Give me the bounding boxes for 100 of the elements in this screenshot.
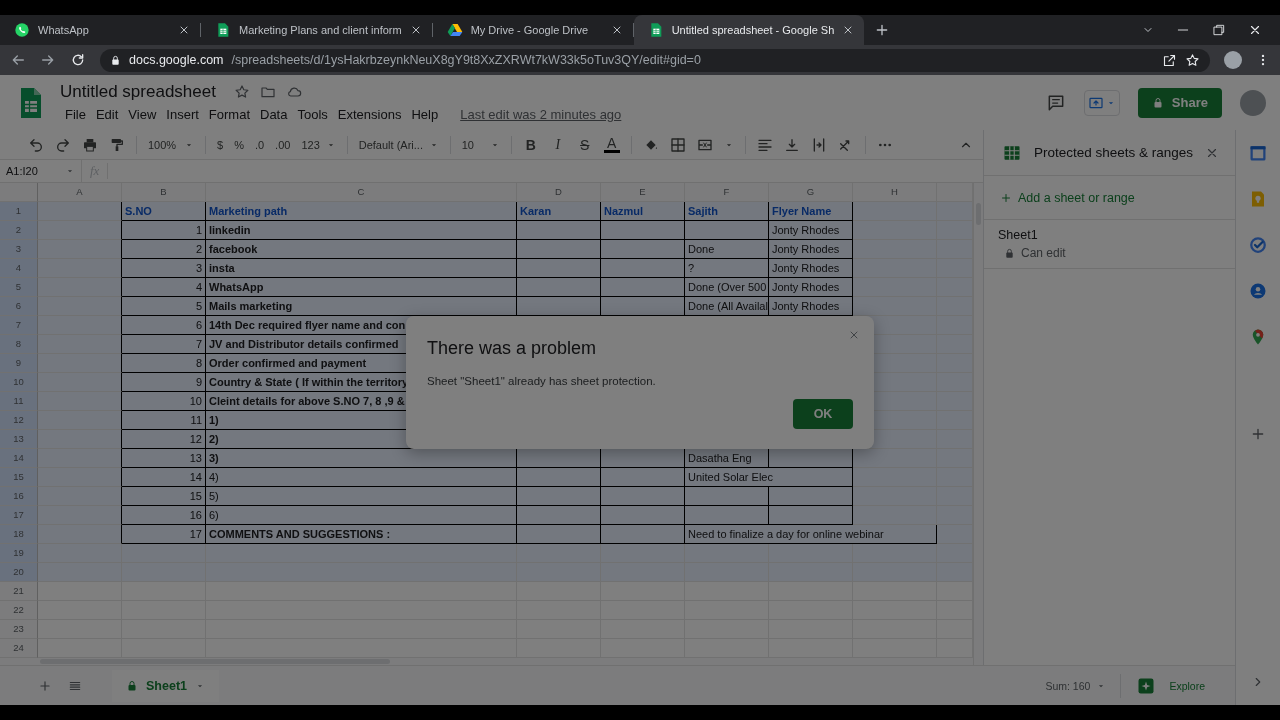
column-header[interactable]: F [685, 183, 769, 202]
strikethrough-button[interactable]: S [576, 136, 593, 153]
column-header[interactable]: D [517, 183, 601, 202]
row-number[interactable]: 17 [0, 506, 38, 525]
explore-button[interactable]: Explore [1137, 676, 1205, 695]
row-number[interactable]: 22 [0, 601, 38, 620]
currency-button[interactable]: $ [217, 138, 224, 151]
back-icon[interactable] [10, 52, 26, 68]
row-number[interactable]: 20 [0, 563, 38, 582]
column-header[interactable]: A [38, 183, 122, 202]
sum-dropdown[interactable]: Sum: 160 [1045, 673, 1122, 698]
share-icon[interactable] [1162, 52, 1177, 68]
undo-icon[interactable] [28, 136, 44, 153]
maximize-icon[interactable] [1212, 23, 1226, 37]
menu-item[interactable]: Data [255, 104, 293, 124]
tab-title: Marketing Plans and client inform [239, 24, 402, 36]
redo-icon[interactable] [55, 136, 71, 153]
row-number[interactable]: 24 [0, 639, 38, 658]
valign-icon[interactable] [783, 136, 800, 153]
column-header[interactable]: G [769, 183, 853, 202]
row-number[interactable]: 5 [0, 278, 38, 297]
menu-item[interactable]: View [123, 104, 162, 124]
zoom-dropdown[interactable]: 100% [148, 138, 194, 151]
add-icon[interactable] [1250, 426, 1266, 442]
row-number[interactable]: 1 [0, 202, 38, 221]
browser-tab[interactable]: My Drive - Google Drive [432, 15, 633, 45]
row-number[interactable]: 8 [0, 335, 38, 354]
protected-range-item[interactable]: Sheet1 Can edit [984, 220, 1235, 269]
paint-format-icon[interactable] [109, 136, 125, 153]
decrease-decimals-button[interactable]: .0 [254, 138, 265, 151]
font-dropdown[interactable]: Default (Ari... [358, 138, 439, 151]
menu-item[interactable]: Tools [292, 104, 333, 124]
row-number[interactable]: 15 [0, 468, 38, 487]
row-number[interactable]: 6 [0, 297, 38, 316]
avatar[interactable] [1240, 89, 1266, 116]
row-number[interactable]: 13 [0, 430, 38, 449]
row-number[interactable]: 16 [0, 487, 38, 506]
row-number[interactable]: 4 [0, 259, 38, 278]
column-header[interactable]: H [853, 183, 937, 202]
forward-icon[interactable] [40, 52, 56, 68]
menu-item[interactable]: Extensions [332, 104, 407, 124]
row-number[interactable]: 7 [0, 316, 38, 335]
row-number[interactable]: 10 [0, 373, 38, 392]
row-number[interactable]: 11 [0, 392, 38, 411]
number-format-dropdown[interactable]: 123 [301, 138, 336, 151]
explore-icon [1137, 676, 1156, 695]
bold-button[interactable]: B [522, 136, 539, 153]
menu-item[interactable]: Edit [90, 104, 124, 124]
range-name: Sheet1 [998, 228, 1039, 242]
browser-tab[interactable]: Untitled spreadsheet - Google Sh [633, 15, 865, 45]
row-number[interactable]: 12 [0, 411, 38, 430]
chat-bubble-icon [14, 22, 30, 38]
url-host: docs.google.com [129, 53, 224, 67]
address-bar[interactable]: docs.google.com /spreadsheets/d/1ysHakrbzeynkNeuX8gY9t8XxZXRWt7kW33k5oTuv3QY/edit#gid=0 [100, 48, 1210, 72]
calendar-icon[interactable] [1249, 144, 1267, 162]
star-icon[interactable] [1185, 52, 1200, 68]
contacts-icon[interactable] [1249, 282, 1267, 300]
menu-item[interactable]: Insert [161, 104, 204, 124]
tab-title: My Drive - Google Drive [470, 24, 589, 36]
row-number[interactable]: 19 [0, 544, 38, 563]
avatar[interactable] [1224, 51, 1242, 69]
row-number[interactable]: 23 [0, 620, 38, 639]
tasks-icon[interactable] [1249, 236, 1267, 254]
column-header[interactable]: C [206, 183, 517, 202]
font-size-dropdown[interactable]: 10 [461, 138, 500, 151]
star-icon[interactable] [233, 83, 250, 100]
column-header[interactable]: E [601, 183, 685, 202]
ok-button[interactable]: OK [793, 399, 853, 429]
name-box[interactable]: A1:I20 [6, 165, 38, 177]
menu-item[interactable]: Format [203, 104, 255, 124]
lock-icon [110, 54, 121, 66]
present-button[interactable] [1083, 89, 1120, 116]
share-button[interactable]: Share [1137, 87, 1222, 118]
permission-label: Can edit [1021, 246, 1066, 260]
borders-icon[interactable] [669, 136, 686, 153]
row-number[interactable]: 18 [0, 525, 38, 544]
close-icon[interactable] [1248, 23, 1262, 37]
close-icon[interactable] [178, 24, 190, 36]
menu-item[interactable]: Help [406, 104, 444, 124]
print-icon[interactable] [82, 136, 98, 153]
add-range-link[interactable]: Add a sheet or range [1000, 190, 1135, 205]
reload-icon[interactable] [70, 52, 86, 68]
column-header[interactable]: B [122, 183, 206, 202]
document-title[interactable]: Untitled spreadsheet [60, 81, 216, 102]
row-number[interactable]: 3 [0, 240, 38, 259]
italic-button[interactable]: I [549, 136, 566, 153]
lock-icon [1004, 247, 1015, 259]
increase-decimals-button[interactable]: .00 [275, 138, 291, 151]
row-number[interactable]: 21 [0, 582, 38, 601]
browser-tab[interactable]: Marketing Plans and client inform [201, 15, 432, 45]
browser-tab[interactable]: WhatsApp [0, 15, 200, 45]
row-number[interactable]: 14 [0, 449, 38, 468]
triangle-logo-icon [446, 22, 463, 38]
last-edit-link[interactable]: Last edit was 2 minutes ago [455, 104, 627, 124]
menu-item[interactable]: File [60, 104, 91, 124]
row-number[interactable]: 2 [0, 221, 38, 240]
text-color-button[interactable]: A [603, 136, 620, 153]
percent-button[interactable]: % [234, 138, 244, 151]
spreadsheet-logo-icon[interactable] [18, 86, 42, 119]
row-number[interactable]: 9 [0, 354, 38, 373]
